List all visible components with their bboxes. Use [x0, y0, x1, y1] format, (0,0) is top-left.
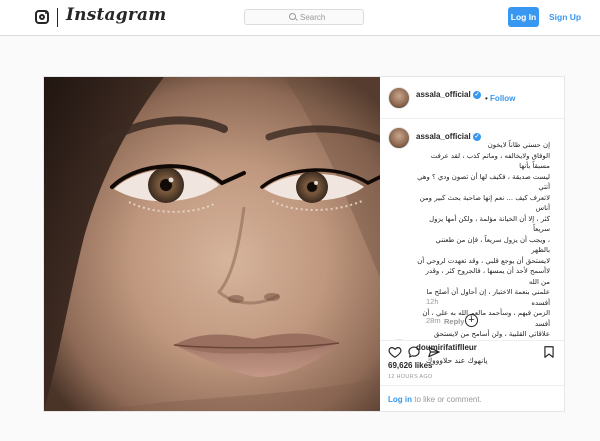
caption-line: إن حسني ظاناً لايخون — [487, 141, 550, 149]
login-to-comment-bar: Log in to like or comment. — [380, 385, 564, 413]
caption-line: لايستحق أن يوجع قلبي ، وقد تعهدت لروحي أ… — [417, 256, 550, 265]
caption-line: الوفاق ولايخالفه ، وماتم كذب ، لقد عرفت … — [430, 151, 550, 171]
caption-timestamp[interactable]: 12h — [426, 297, 439, 306]
likes-count[interactable]: 69,626 likes — [388, 361, 432, 370]
caption-line: ، ويجب أن يزول سريعاً ، فإن من طعنني بال… — [435, 235, 550, 255]
author-avatar[interactable] — [388, 87, 410, 109]
comments-list[interactable]: assala_official ✓ إن حسني ظاناً لايخون ا… — [380, 119, 564, 341]
post-image[interactable] — [44, 77, 380, 411]
heart-icon[interactable] — [388, 345, 402, 359]
search-box[interactable] — [244, 9, 364, 25]
caption-line: كثر ، إلا أن الخيانة مؤلمة ، ولكن أمها ي… — [429, 214, 550, 234]
share-icon[interactable] — [427, 345, 441, 359]
author-username[interactable]: assala_official — [416, 90, 471, 99]
follow-separator: • — [485, 94, 488, 103]
search-input[interactable] — [300, 11, 360, 23]
reply-button[interactable]: Reply — [444, 317, 464, 326]
login-link[interactable]: Log in — [388, 395, 412, 404]
follow-control: • Follow — [485, 94, 515, 103]
portrait-illustration — [44, 77, 380, 411]
login-button[interactable]: Log In — [508, 7, 539, 27]
follow-button[interactable]: Follow — [490, 94, 515, 103]
post-actions: 69,626 likes 12 HOURS AGO Log in to like… — [380, 340, 564, 412]
search-icon — [289, 13, 296, 20]
post-card: assala_official ✓ • Follow assala_offici… — [43, 76, 565, 412]
caption-line: لاأسمح لأحد أن يمسها ، فالجروح كثر ، وقد… — [425, 267, 550, 286]
login-suffix-text: to like or comment. — [412, 395, 482, 404]
comment-icon[interactable] — [407, 345, 421, 359]
instagram-wordmark[interactable]: Instagram — [66, 5, 166, 25]
post-header: assala_official ✓ • Follow — [380, 77, 564, 119]
verified-badge-icon: ✓ — [473, 91, 481, 99]
caption-text: إن حسني ظاناً لايخون الوفاق ولايخالفه ، … — [416, 140, 550, 341]
post-time-ago[interactable]: 12 HOURS AGO — [388, 374, 433, 380]
instagram-glyph-dot — [45, 12, 47, 14]
signup-link[interactable]: Sign Up — [549, 12, 581, 22]
caption-avatar[interactable] — [388, 127, 410, 149]
bookmark-icon[interactable] — [542, 345, 556, 359]
caption-line: ليست صديقة ، فكيف لها أن تصون ودي ؟ وهي … — [417, 172, 550, 192]
comment-timestamp[interactable]: 28m — [426, 316, 441, 325]
logo-divider — [57, 8, 58, 27]
post-side-panel: assala_official ✓ • Follow assala_offici… — [380, 77, 564, 411]
load-more-comments-button[interactable]: + — [465, 314, 478, 327]
caption-line: لاتعرف كيف ... نعم إنها صاحبة بحث كبير و… — [419, 193, 550, 213]
top-nav-bar: Instagram Log In Sign Up — [0, 0, 600, 36]
